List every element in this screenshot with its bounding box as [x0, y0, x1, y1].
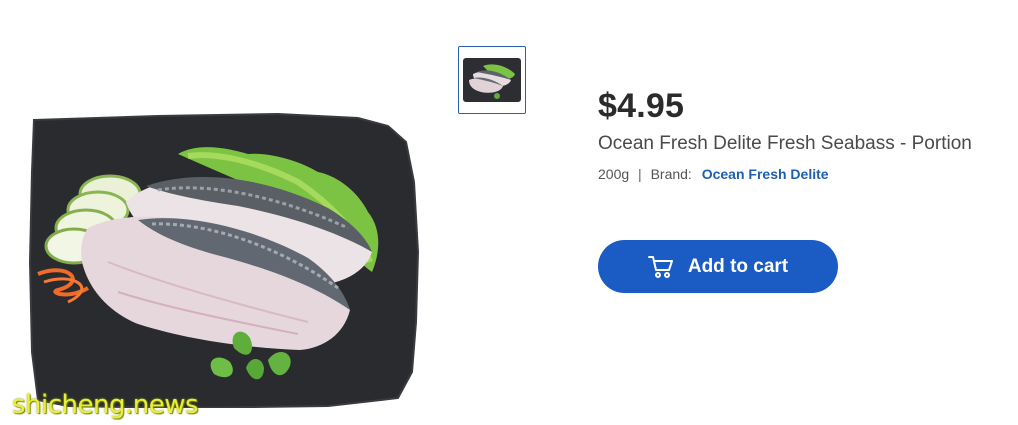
product-title: Ocean Fresh Delite Fresh Seabass - Porti…: [598, 133, 972, 154]
product-page: $4.95 Ocean Fresh Delite Fresh Seabass -…: [0, 0, 1018, 425]
product-thumbnail[interactable]: [458, 46, 526, 114]
brand-link[interactable]: Ocean Fresh Delite: [702, 166, 829, 182]
product-main-image: [28, 112, 420, 408]
add-to-cart-label: Add to cart: [687, 255, 789, 277]
product-price: $4.95: [598, 87, 685, 125]
meta-separator: |: [638, 166, 642, 182]
brand-label: Brand:: [650, 166, 692, 182]
cart-icon: [647, 255, 674, 279]
product-meta: 200g | Brand: Ocean Fresh Delite: [598, 165, 829, 183]
product-weight: 200g: [598, 166, 630, 182]
add-to-cart-button[interactable]: Add to cart: [598, 240, 838, 293]
watermark: shicheng.news: [12, 390, 199, 420]
